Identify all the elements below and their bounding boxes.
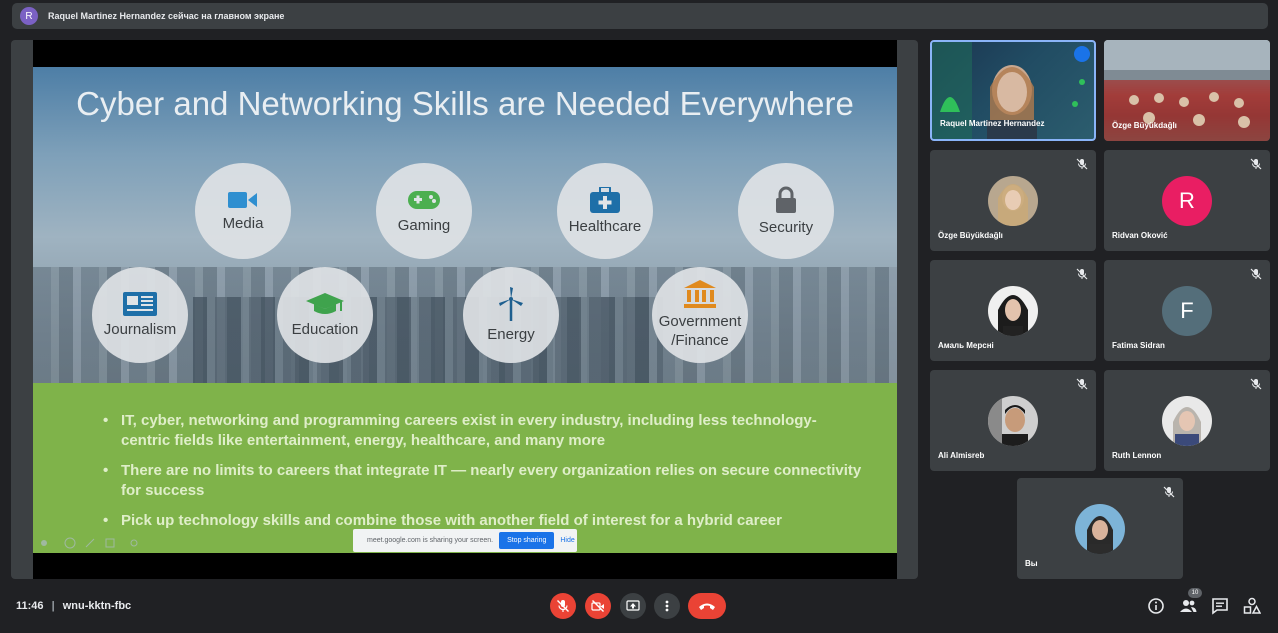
meeting-info: 11:46 | wnu-kktn-fbc xyxy=(16,600,131,612)
hang-up-icon xyxy=(699,603,715,610)
more-vert-icon xyxy=(665,600,669,612)
topic-label: Gaming xyxy=(397,216,451,234)
presenting-banner: R Raquel Martinez Hernandez сейчас на гл… xyxy=(12,3,1268,29)
city-skyline xyxy=(193,297,663,387)
participant-tile-amal[interactable]: Амаль Мерсні xyxy=(930,260,1096,361)
avatar-photo xyxy=(1162,396,1212,446)
participant-name: Özge Büyükdağlı xyxy=(1112,121,1177,130)
people-icon[interactable] xyxy=(1179,597,1197,615)
chat-icon[interactable] xyxy=(1211,597,1229,615)
wind-turbine-icon xyxy=(499,286,523,321)
participant-name: Вы xyxy=(1025,559,1038,568)
mic-off-icon xyxy=(1163,486,1175,498)
mic-off-icon xyxy=(557,600,569,612)
present-screen-button[interactable] xyxy=(620,593,646,619)
presenting-text: Raquel Martinez Hernandez сейчас на глав… xyxy=(48,11,285,21)
participant-name: Ali Almisreb xyxy=(938,451,985,460)
participant-tile-fatima[interactable]: F Fatima Sidran xyxy=(1104,260,1270,361)
topic-label: Media xyxy=(222,214,264,232)
bullet-list: IT, cyber, networking and programming ca… xyxy=(103,411,863,541)
medical-kit-icon xyxy=(590,186,620,213)
bullet-item: There are no limits to careers that inte… xyxy=(103,461,863,501)
participant-tile-self[interactable]: Вы xyxy=(1017,478,1183,579)
stop-sharing-button[interactable]: Stop sharing xyxy=(499,532,555,549)
share-message: meet.google.com is sharing your screen. xyxy=(367,537,494,544)
topic-gaming: Gaming xyxy=(376,163,472,259)
participant-name: Fatima Sidran xyxy=(1112,341,1165,350)
avatar xyxy=(1162,396,1212,446)
gamepad-icon xyxy=(408,190,440,209)
avatar-photo xyxy=(988,396,1038,446)
leave-call-button[interactable] xyxy=(688,593,726,619)
present-screen-icon xyxy=(626,600,640,611)
mic-off-icon xyxy=(1250,378,1262,390)
separator: | xyxy=(51,600,55,612)
avatar-photo xyxy=(988,286,1038,336)
avatar-photo xyxy=(988,176,1038,226)
participant-tile-ozge[interactable]: Özge Büyükdağlı xyxy=(930,150,1096,251)
mic-off-icon xyxy=(1250,158,1262,170)
slide-annotation-toolbar[interactable] xyxy=(38,537,168,552)
newspaper-icon xyxy=(123,291,157,316)
avatar xyxy=(988,396,1038,446)
participant-tile-ali[interactable]: Ali Almisreb xyxy=(930,370,1096,471)
topic-label: Healthcare xyxy=(568,217,642,235)
avatar-photo xyxy=(1075,504,1125,554)
participant-name: Ridvan Oković xyxy=(1112,231,1168,240)
avatar xyxy=(988,176,1038,226)
topic-healthcare: Healthcare xyxy=(557,163,653,259)
shared-slide: Cyber and Networking Skills are Needed E… xyxy=(33,67,897,553)
slide-title: Cyber and Networking Skills are Needed E… xyxy=(76,85,854,122)
camera-off-icon xyxy=(591,600,604,612)
participant-tile-ozge-room[interactable]: Özge Büyükdağlı xyxy=(1104,40,1270,141)
topic-label: Journalism xyxy=(103,320,177,338)
participant-tile-ridvan[interactable]: R Ridvan Oković xyxy=(1104,150,1270,251)
bank-building-icon xyxy=(684,280,716,308)
meeting-details-icon[interactable] xyxy=(1147,597,1165,615)
clock: 11:46 xyxy=(16,600,44,612)
toggle-camera-button[interactable] xyxy=(585,593,611,619)
toggle-mic-button[interactable] xyxy=(550,593,576,619)
mic-off-icon xyxy=(1076,378,1088,390)
topic-label: Security xyxy=(758,218,814,236)
topic-security: Security xyxy=(738,163,834,259)
mic-off-icon xyxy=(1076,268,1088,280)
participant-tile-ruth[interactable]: Ruth Lennon xyxy=(1104,370,1270,471)
participant-name: Ruth Lennon xyxy=(1112,451,1162,460)
participant-count-badge: 10 xyxy=(1188,588,1202,598)
participant-name: Амаль Мерсні xyxy=(938,341,994,350)
bullet-item: IT, cyber, networking and programming ca… xyxy=(103,411,863,451)
video-camera-icon xyxy=(228,191,257,208)
topic-energy: Energy xyxy=(463,267,559,363)
hide-button[interactable]: Hide xyxy=(560,537,574,544)
topic-label: Education xyxy=(291,320,359,338)
topic-education: Education xyxy=(277,267,373,363)
avatar: R xyxy=(1162,176,1212,226)
more-options-button[interactable] xyxy=(654,593,680,619)
slide-tools-icon[interactable] xyxy=(38,537,168,549)
topic-media: Media xyxy=(195,163,291,259)
participant-tile-raquel[interactable]: Raquel Martinez Hernandez xyxy=(930,40,1096,141)
graduation-cap-icon xyxy=(306,292,344,314)
presenter-avatar: R xyxy=(20,7,38,25)
avatar xyxy=(1075,504,1125,554)
participant-name: Özge Büyükdağlı xyxy=(938,231,1003,240)
padlock-icon xyxy=(776,186,796,213)
topic-journalism: Journalism xyxy=(92,267,188,363)
topic-label: Energy xyxy=(487,325,535,343)
activities-icon[interactable] xyxy=(1243,597,1261,615)
mic-off-icon xyxy=(1076,158,1088,170)
avatar xyxy=(988,286,1038,336)
participant-name: Raquel Martinez Hernandez xyxy=(940,119,1045,128)
bullet-item: Pick up technology skills and combine th… xyxy=(103,511,863,531)
screen-share-bar: meet.google.com is sharing your screen. … xyxy=(353,529,577,552)
topic-government-finance: Government /Finance xyxy=(652,267,748,363)
meeting-code: wnu-kktn-fbc xyxy=(62,600,132,612)
avatar: F xyxy=(1162,286,1212,336)
topic-label: Government /Finance xyxy=(658,313,742,349)
mic-off-icon xyxy=(1250,268,1262,280)
